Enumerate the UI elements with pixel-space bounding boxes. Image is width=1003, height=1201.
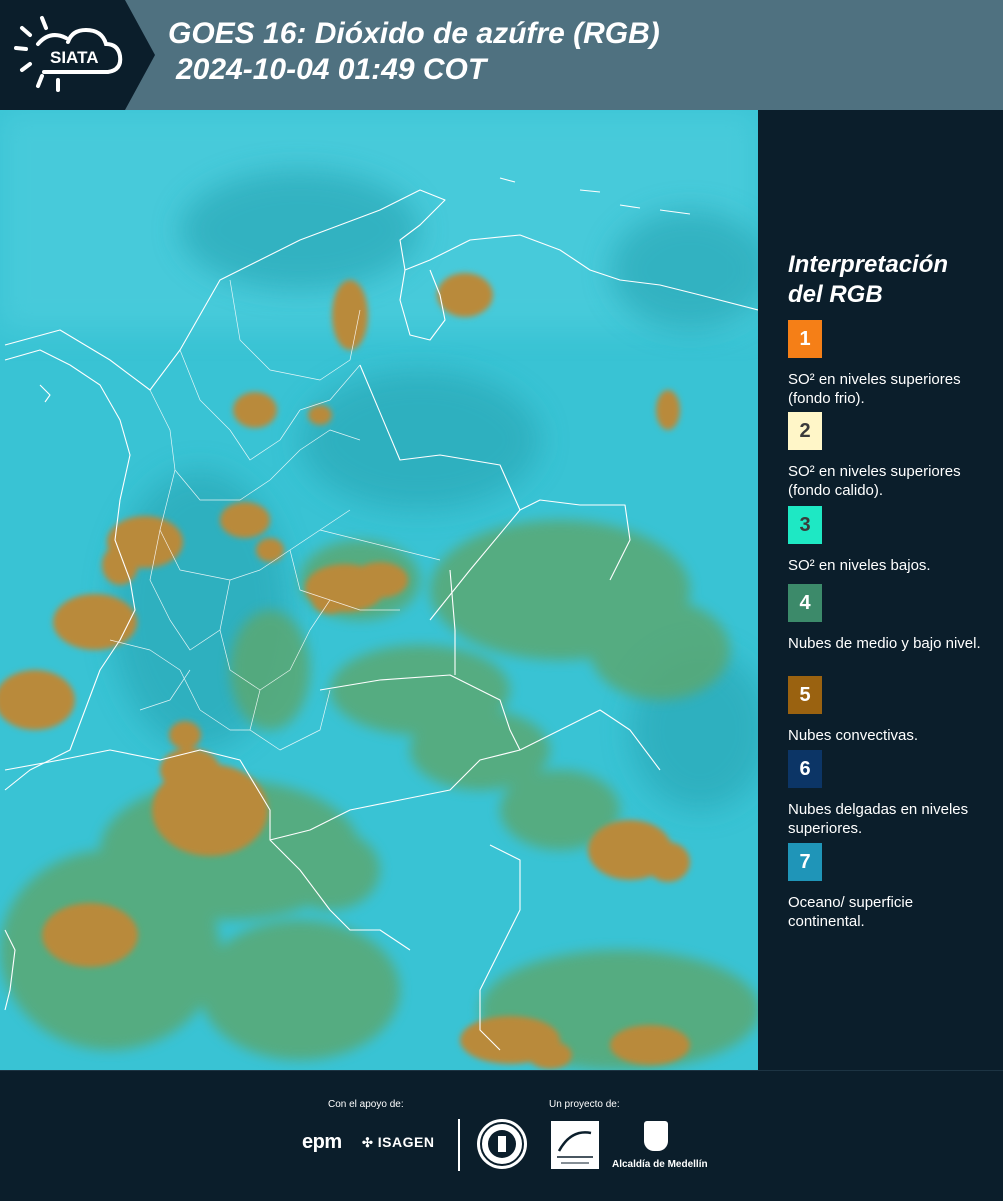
sun-cloud-icon: SIATA [14,16,123,92]
alcaldia-name: Alcaldía de Medellín [612,1159,708,1170]
alcaldia-logo: Alcaldía de Medellín [612,1121,708,1173]
legend-text: Nubes convectivas. [788,727,919,744]
footer-divider [458,1119,460,1171]
isagen-mark-icon: ✣ [362,1135,374,1150]
legend-title: Interpretación del RGB [788,250,988,310]
legend-text: Nubes delgadas en niveles superiores. [788,801,969,837]
title-line-1: GOES 16: Dióxido de azúfre (RGB) [168,17,660,50]
project-label: Un proyecto de: [549,1099,620,1110]
legend-text: SO² en niveles bajos. [788,557,931,574]
legend-swatch: 2 [788,412,822,450]
isagen-logo: ✣ ISAGEN [362,1134,434,1151]
medellin-crest-icon [644,1121,668,1151]
legend-swatch: 6 [788,750,822,788]
header: SIATA GOES 16: Dióxido de azúfre (RGB) 2… [0,0,1003,110]
siata-logo-text: SIATA [50,48,98,67]
legend-swatch: 4 [788,584,822,622]
satellite-map [0,110,758,1070]
footer: Con el apoyo de: Un proyecto de: epm ✣ I… [0,1070,1003,1201]
support-label: Con el apoyo de: [328,1099,404,1110]
title-line-2: 2024-10-04 01:49 COT [176,53,487,86]
university-seal-icon [477,1119,527,1169]
legend-item-6: 6 Nubes delgadas en niveles superiores. [788,750,988,838]
legend-item-2: 2 SO² en niveles superiores (fondo calido… [788,412,988,500]
legend-text: Nubes de medio y bajo nivel. [788,635,981,652]
legend-item-7: 7 Oceano/ superficie continental. [788,843,988,931]
satellite-image [0,110,758,1070]
legend-text: Oceano/ superficie continental. [788,894,914,930]
legend-swatch: 3 [788,506,822,544]
legend-title-line-2: del RGB [788,281,883,308]
legend-title-line-1: Interpretación [788,251,949,278]
legend-text: SO² en niveles superiores (fondo calido)… [788,463,961,499]
legend-swatch: 5 [788,676,822,714]
area-metropolitana-logo-icon [551,1121,599,1169]
siata-logo: SIATA [14,14,126,94]
isagen-text: ISAGEN [377,1134,435,1150]
epm-logo: epm [302,1131,342,1153]
legend-item-1: 1 SO² en niveles superiores (fondo frio). [788,320,988,408]
legend-text: SO² en niveles superiores (fondo frio). [788,371,961,407]
legend-item-4: 4 Nubes de medio y bajo nivel. [788,584,988,653]
legend-item-5: 5 Nubes convectivas. [788,676,988,745]
page-title: GOES 16: Dióxido de azúfre (RGB) 2024-10… [168,16,660,88]
header-notch [125,0,155,110]
legend-swatch: 1 [788,320,822,358]
legend: Interpretación del RGB [788,250,988,324]
legend-item-3: 3 SO² en niveles bajos. [788,506,988,575]
legend-swatch: 7 [788,843,822,881]
